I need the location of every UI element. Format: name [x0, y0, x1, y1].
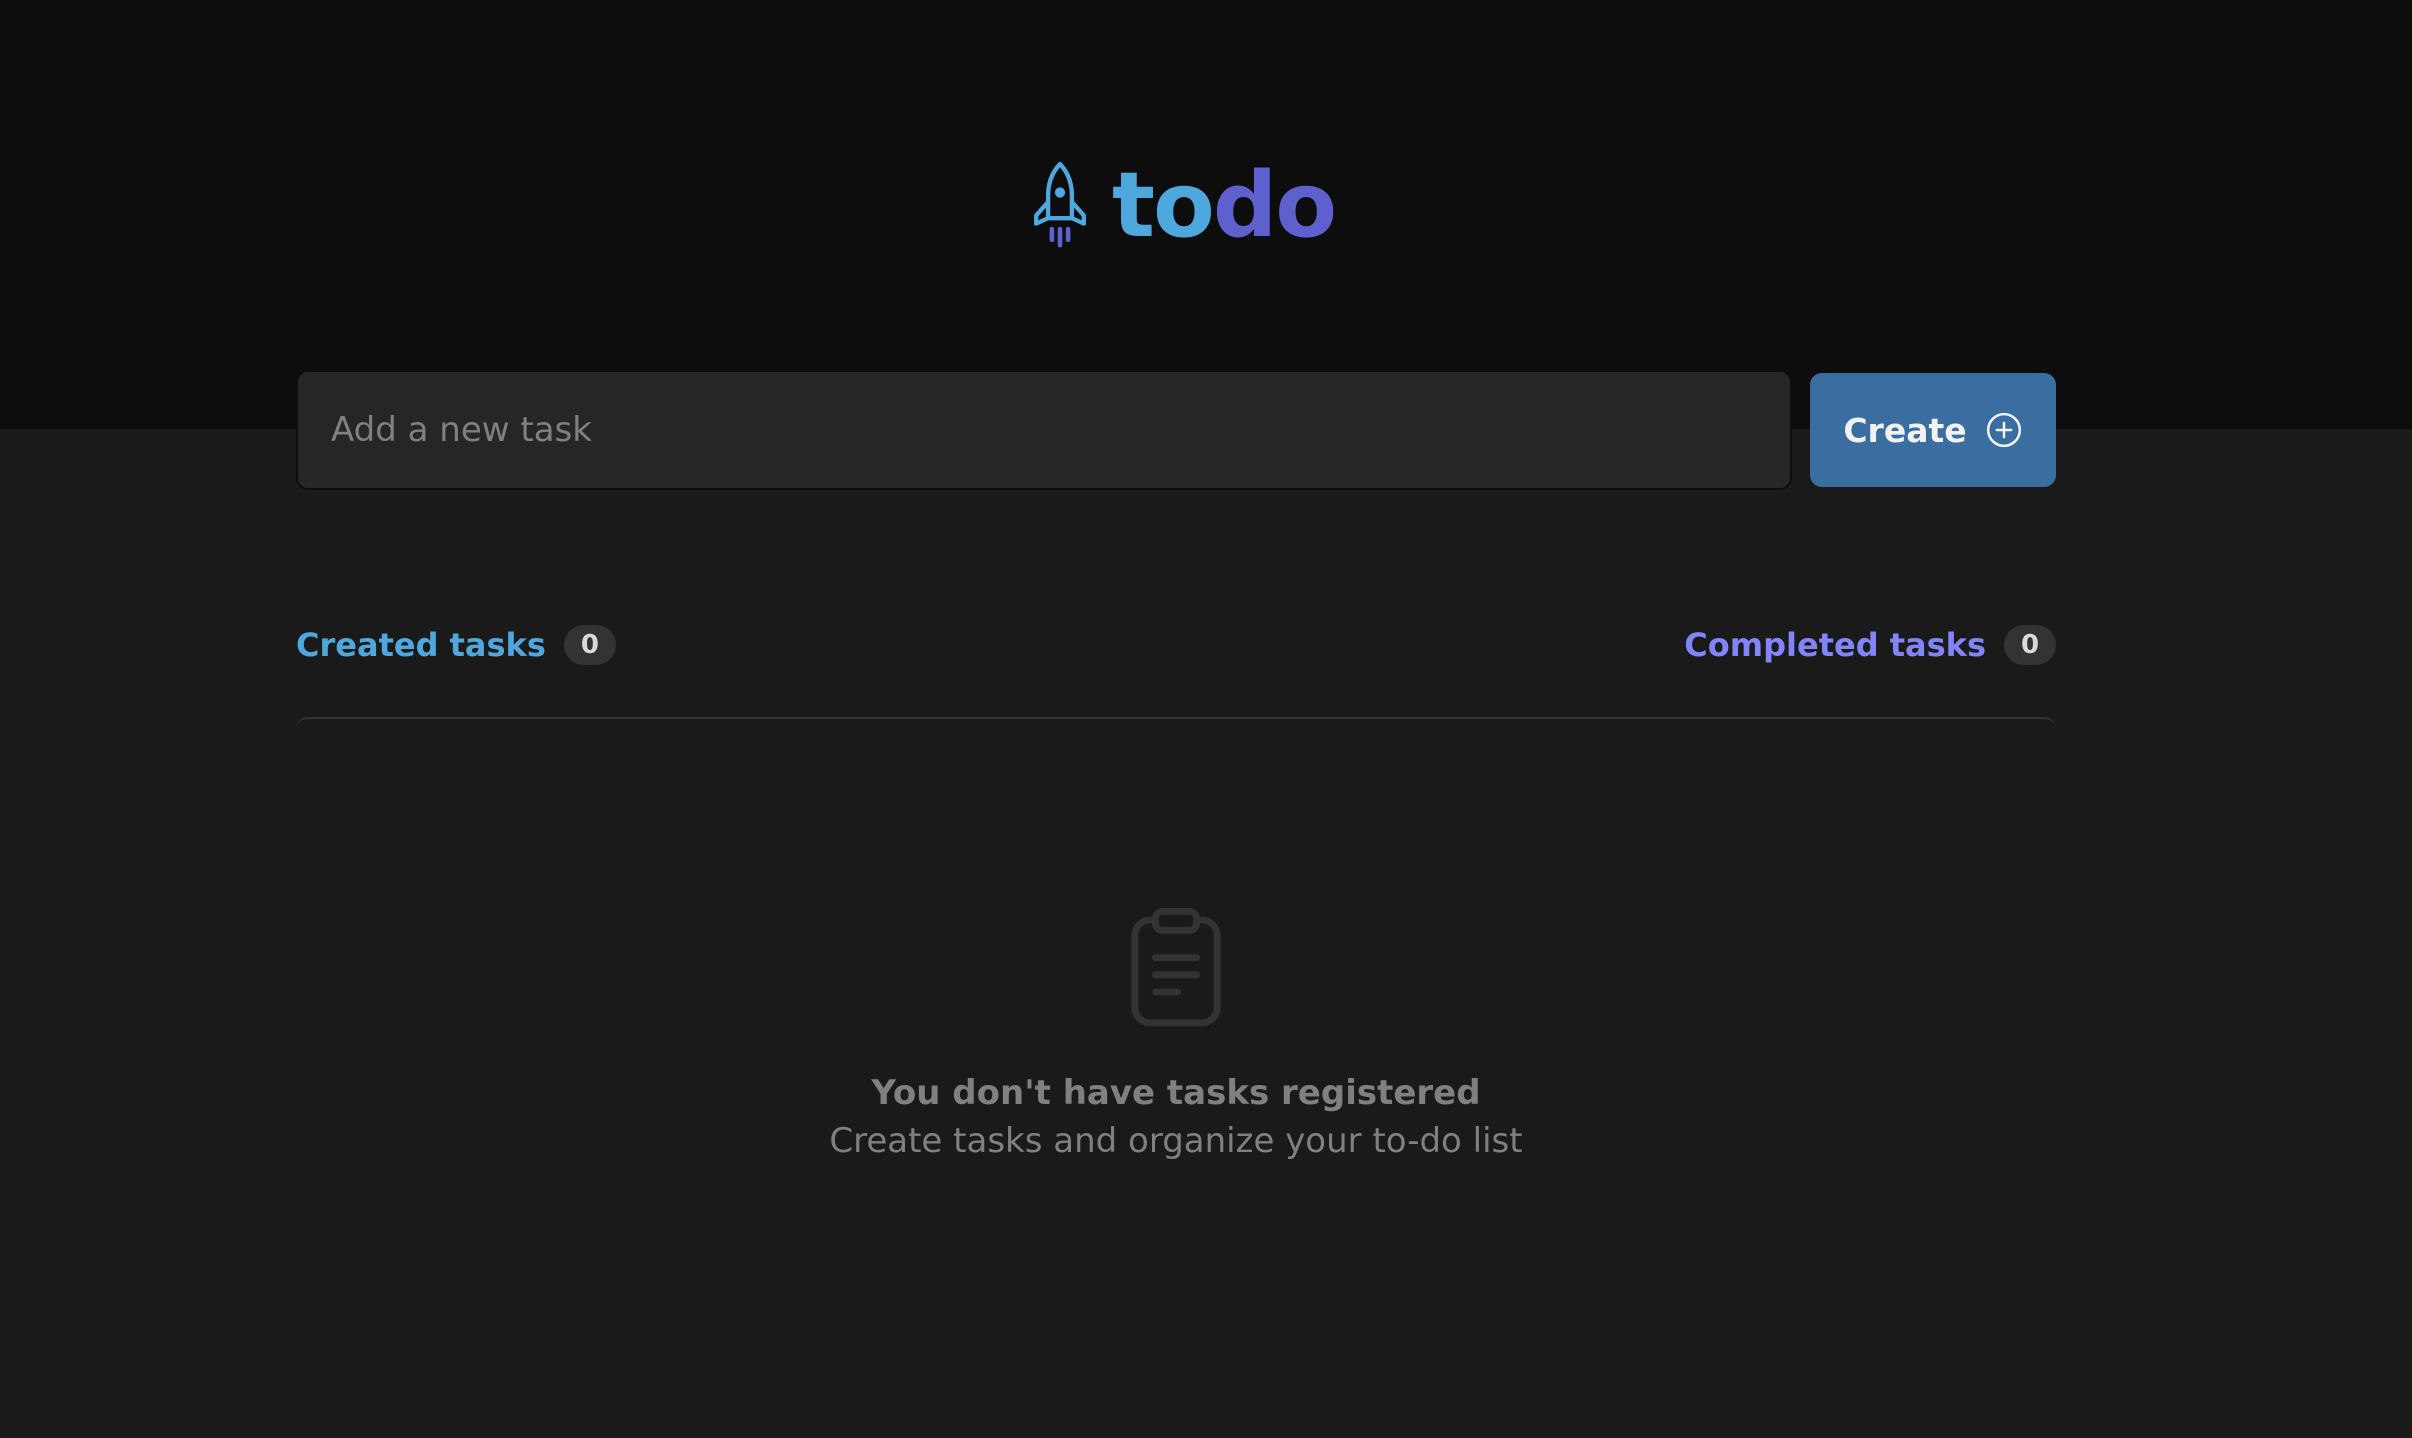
completed-tasks-counter: Completed tasks 0: [1684, 625, 2056, 665]
app-title: todo: [1112, 161, 1337, 251]
created-tasks-label: Created tasks: [296, 626, 546, 664]
task-list-divider: [296, 717, 2056, 729]
task-counters: Created tasks 0 Completed tasks 0: [296, 620, 2056, 670]
empty-state: You don't have tasks registered Create t…: [296, 906, 2056, 1165]
new-task-input[interactable]: [296, 370, 1792, 490]
empty-state-title: You don't have tasks registered: [871, 1073, 1481, 1113]
app-logo: todo: [1030, 160, 1337, 252]
empty-state-subtitle: Create tasks and organize your to-do lis…: [829, 1120, 1523, 1161]
app-title-part2: do: [1212, 153, 1337, 258]
clipboard-icon: [1131, 908, 1221, 1027]
rocket-icon: [1034, 161, 1086, 248]
app-title-part1: to: [1112, 153, 1215, 258]
created-tasks-counter: Created tasks 0: [296, 625, 616, 665]
create-button-label: Create: [1843, 410, 1967, 450]
completed-tasks-label: Completed tasks: [1684, 626, 1986, 664]
completed-tasks-count-badge: 0: [2004, 625, 2056, 665]
create-button[interactable]: Create: [1810, 373, 2056, 487]
created-tasks-count-badge: 0: [563, 625, 616, 665]
plus-circle-icon: [1986, 412, 2021, 448]
